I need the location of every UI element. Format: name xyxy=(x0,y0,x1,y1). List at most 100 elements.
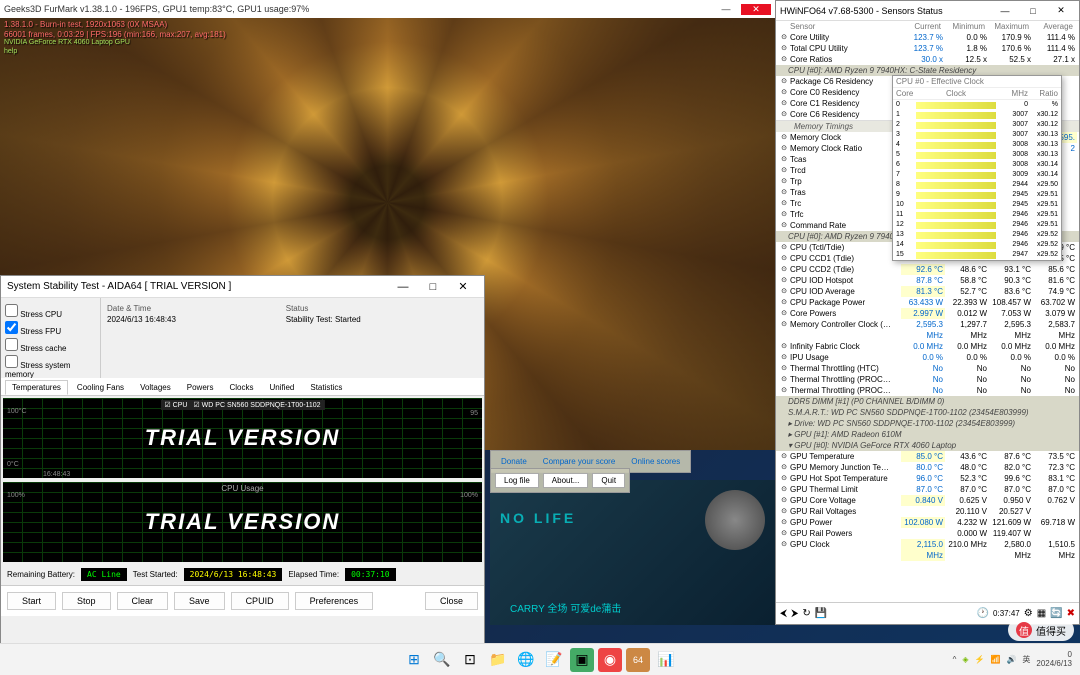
watermark: 值值得买 xyxy=(1008,619,1074,641)
section-header[interactable]: S.M.A.R.T.: WD PC SN560 SDDPNQE-1T00-110… xyxy=(776,407,1079,418)
task-view-icon[interactable]: ⊡ xyxy=(458,648,482,672)
section-header[interactable]: ▸ Drive: WD PC SN560 SDDPNQE-1T00-1102 (… xyxy=(776,418,1079,429)
online-link[interactable]: Online scores xyxy=(625,455,686,468)
sensor-row[interactable]: ⊙GPU Temperature85.0 °C43.6 °C87.6 °C73.… xyxy=(776,451,1079,462)
search-icon[interactable]: 🔍 xyxy=(430,648,454,672)
save-button[interactable]: Save xyxy=(174,592,225,610)
compare-link[interactable]: Compare your score xyxy=(537,455,621,468)
clock-icon: 🕐 xyxy=(977,608,989,619)
collapse-icon[interactable]: ⮞ xyxy=(791,608,798,619)
furmark-titlebar[interactable]: Geeks3D FurMark v1.38.1.0 - 196FPS, GPU1… xyxy=(0,0,775,18)
sensor-row[interactable]: ⊙Core Utility123.7 %0.0 %170.9 %111.4 % xyxy=(776,32,1079,43)
core-row: 92945x29.51 xyxy=(893,190,1061,200)
sensor-row[interactable]: ⊙GPU Core Voltage0.840 V0.625 V0.950 V0.… xyxy=(776,495,1079,506)
tab-powers[interactable]: Powers xyxy=(180,380,221,395)
sensor-row[interactable]: ⊙GPU Power102.080 W4.232 W121.609 W69.71… xyxy=(776,517,1079,528)
aida-titlebar[interactable]: System Stability Test - AIDA64 [ TRIAL V… xyxy=(1,276,484,298)
edge-icon[interactable]: 🌐 xyxy=(514,648,538,672)
hwinfo-columns: Sensor CurrentMinimum MaximumAverage xyxy=(776,21,1079,32)
sensor-row[interactable]: ⊙GPU Memory Junction Te…80.0 °C48.0 °C82… xyxy=(776,462,1079,473)
sensor-row[interactable]: ⊙GPU Rail Voltages20.110 V20.527 V xyxy=(776,506,1079,517)
sensor-row[interactable]: ⊙Thermal Throttling (PROC…NoNoNoNo xyxy=(776,385,1079,396)
nvidia-icon[interactable]: ◈ xyxy=(962,655,968,664)
tab-cooling fans[interactable]: Cooling Fans xyxy=(70,380,131,395)
sensor-row[interactable]: ⊙Core Powers2.997 W0.012 W7.053 W3.079 W xyxy=(776,308,1079,319)
hwinfo-title-text: HWiNFO64 v7.68-5300 - Sensors Status xyxy=(780,6,943,16)
effective-clock-popup[interactable]: CPU #0 - Effective Clock CoreClock MHzRa… xyxy=(892,75,1062,261)
stress-checkbox[interactable]: Stress cache xyxy=(5,338,96,353)
logfile-button[interactable]: Log file xyxy=(495,473,539,488)
tab-unified[interactable]: Unified xyxy=(262,380,301,395)
close-button[interactable]: Close xyxy=(425,592,478,610)
tray-icon[interactable]: 🔊 xyxy=(1006,655,1016,664)
tab-voltages[interactable]: Voltages xyxy=(133,380,178,395)
minimize-button[interactable]: — xyxy=(991,6,1019,16)
sensor-row[interactable]: ⊙Total CPU Utility123.7 %1.8 %170.6 %111… xyxy=(776,43,1079,54)
close-button[interactable]: ✕ xyxy=(1047,5,1075,16)
section-header[interactable]: ▾ GPU [#0]: NVIDIA GeForce RTX 4060 Lapt… xyxy=(776,440,1079,451)
app-icon[interactable]: ▣ xyxy=(570,648,594,672)
stop-button[interactable]: Stop xyxy=(62,592,111,610)
minimize-button[interactable]: — xyxy=(711,4,741,14)
sensor-row[interactable]: ⊙Core Ratios30.0 x12.5 x52.5 x27.1 x xyxy=(776,54,1079,65)
gear-icon[interactable]: ⚙ xyxy=(1024,608,1033,619)
start-button[interactable]: ⊞ xyxy=(402,648,426,672)
core-row: 73009x30.14 xyxy=(893,170,1061,180)
aida-icon[interactable]: 64 xyxy=(626,648,650,672)
furmark-overlay: 1.38.1.0 - Burn-in test, 1920x1063 (0X M… xyxy=(4,20,226,56)
reset-icon[interactable]: 🔄 xyxy=(1050,608,1062,619)
hwinfo-icon[interactable]: 📊 xyxy=(654,648,678,672)
core-row: 102945x29.51 xyxy=(893,200,1061,210)
sensor-row[interactable]: ⊙GPU Hot Spot Temperature96.0 °C52.3 °C9… xyxy=(776,473,1079,484)
maximize-button[interactable]: □ xyxy=(1019,6,1047,16)
clear-button[interactable]: Clear xyxy=(117,592,169,610)
sensor-row[interactable]: ⊙Thermal Throttling (HTC)NoNoNoNo xyxy=(776,363,1079,374)
sensor-row[interactable]: ⊙GPU Rail Powers0.000 W119.407 W xyxy=(776,528,1079,539)
explorer-icon[interactable]: 📁 xyxy=(486,648,510,672)
stress-checkbox[interactable]: Stress CPU xyxy=(5,304,96,319)
sensor-row[interactable]: ⊙Memory Controller Clock (…2,595.3 MHz1,… xyxy=(776,319,1079,341)
stress-checkbox[interactable]: Stress system memory xyxy=(5,355,96,379)
preferences-button[interactable]: Preferences xyxy=(295,592,374,610)
sensor-row[interactable]: ⊙Infinity Fabric Clock0.0 MHz0.0 MHz0.0 … xyxy=(776,341,1079,352)
app-icon[interactable]: ◉ xyxy=(598,648,622,672)
app-icon[interactable]: 📝 xyxy=(542,648,566,672)
minimize-button[interactable]: — xyxy=(388,281,418,293)
sensor-row[interactable]: ⊙GPU Clock2,115.0 MHz210.0 MHz2,580.0 MH… xyxy=(776,539,1079,561)
tab-temperatures[interactable]: Temperatures xyxy=(5,380,68,395)
stress-checkbox[interactable]: Stress FPU xyxy=(5,321,96,336)
close-icon[interactable]: ✖ xyxy=(1067,608,1075,619)
start-button[interactable]: Start xyxy=(7,592,56,610)
sensor-row[interactable]: ⊙CPU CCD2 (Tdie)92.6 °C48.6 °C93.1 °C85.… xyxy=(776,264,1079,275)
maximize-button[interactable]: □ xyxy=(418,281,448,293)
close-button[interactable]: ✕ xyxy=(448,280,478,293)
sensor-row[interactable]: ⊙CPU Package Power63.433 W22.393 W108.45… xyxy=(776,297,1079,308)
tray-chevron-icon[interactable]: ^ xyxy=(953,655,957,664)
cpuid-button[interactable]: CPUID xyxy=(231,592,289,610)
layout-icon[interactable]: ▦ xyxy=(1037,608,1046,619)
quit-button[interactable]: Quit xyxy=(592,473,625,488)
donate-link[interactable]: Donate xyxy=(495,455,533,468)
expand-icon[interactable]: ⮜ xyxy=(780,608,787,619)
hwinfo-titlebar[interactable]: HWiNFO64 v7.68-5300 - Sensors Status — □… xyxy=(776,1,1079,21)
sensor-row[interactable]: ⊙CPU IOD Hotspot87.8 °C58.8 °C90.3 °C81.… xyxy=(776,275,1079,286)
sensor-row[interactable]: ⊙IPU Usage0.0 %0.0 %0.0 %0.0 % xyxy=(776,352,1079,363)
about-button[interactable]: About... xyxy=(543,473,589,488)
aida-tabs: TemperaturesCooling FansVoltagesPowersCl… xyxy=(1,378,484,396)
tray-icon[interactable]: 📶 xyxy=(990,655,1000,664)
section-header[interactable]: DDR5 DIMM [#1] (P0 CHANNEL B/DIMM 0) xyxy=(776,396,1079,407)
windows-taskbar[interactable]: ⊞ 🔍 ⊡ 📁 🌐 📝 ▣ ◉ 64 📊 ^ ◈ ⚡ 📶 🔊 英 02024/6… xyxy=(0,643,1080,675)
sensor-row[interactable]: ⊙Thermal Throttling (PROC…NoNoNoNo xyxy=(776,374,1079,385)
tab-statistics[interactable]: Statistics xyxy=(303,380,349,395)
close-button[interactable]: ✕ xyxy=(741,4,771,15)
sensor-row[interactable]: ⊙CPU IOD Average81.3 °C52.7 °C83.6 °C74.… xyxy=(776,286,1079,297)
taskbar-clock[interactable]: 02024/6/13 xyxy=(1036,651,1072,669)
refresh-icon[interactable]: ↻ xyxy=(802,608,810,619)
core-row: 63008x30.14 xyxy=(893,160,1061,170)
save-icon[interactable]: 💾 xyxy=(815,608,827,619)
sensor-row[interactable]: ⊙GPU Thermal Limit87.0 °C87.0 °C87.0 °C8… xyxy=(776,484,1079,495)
section-header[interactable]: ▸ GPU [#1]: AMD Radeon 610M xyxy=(776,429,1079,440)
ime-indicator[interactable]: 英 xyxy=(1022,654,1030,665)
tray-icon[interactable]: ⚡ xyxy=(975,655,985,664)
tab-clocks[interactable]: Clocks xyxy=(222,380,260,395)
